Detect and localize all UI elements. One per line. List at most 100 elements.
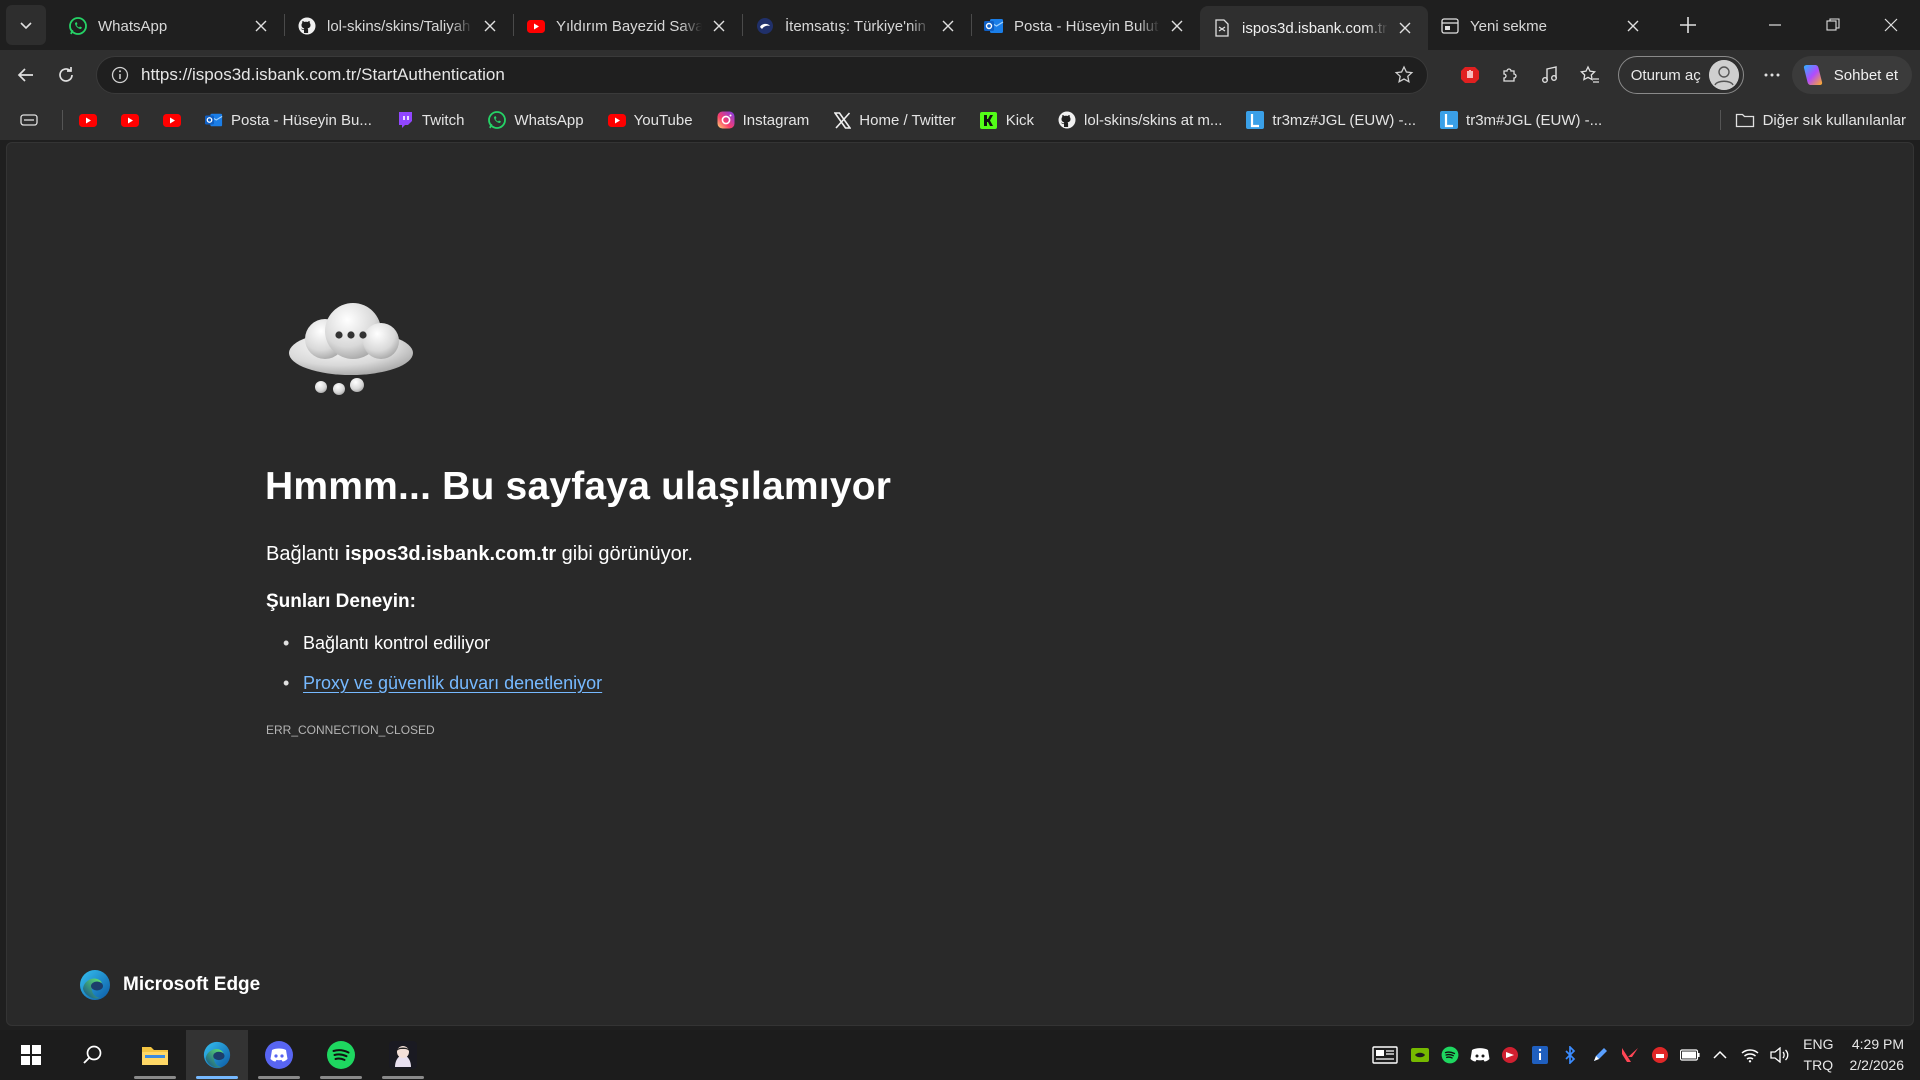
bookmarks-divider <box>62 110 63 130</box>
new-tab-button[interactable] <box>1670 7 1706 43</box>
bookmark-item[interactable]: lol-skins/skins at m... <box>1050 105 1230 135</box>
taskbar-discord[interactable] <box>248 1030 310 1080</box>
bookmark-label: Posta - Hüseyin Bu... <box>231 111 372 129</box>
input-language-indicator[interactable]: ENG TRQ <box>1803 1034 1833 1076</box>
red-app-icon <box>1652 1047 1669 1063</box>
tray-battery[interactable] <box>1675 1030 1705 1080</box>
taskbar-anime-app[interactable] <box>372 1030 434 1080</box>
clock-time: 4:29 PM <box>1851 1036 1904 1052</box>
bookmark-item[interactable] <box>113 105 147 135</box>
bookmark-item[interactable]: Instagram <box>709 105 818 135</box>
bookmark-item[interactable] <box>155 105 189 135</box>
tab-close-button[interactable] <box>250 15 272 37</box>
tab-actions-menu-button[interactable] <box>12 105 46 135</box>
tab-1[interactable]: WhatsApp <box>56 6 284 46</box>
url-text[interactable]: https://ispos3d.isbank.com.tr/StartAuthe… <box>141 65 1387 85</box>
bookmark-item[interactable]: Posta - Hüseyin Bu... <box>197 105 380 135</box>
minimize-button[interactable] <box>1746 0 1804 50</box>
proxy-firewall-link[interactable]: Proxy ve güvenlik duvarı denetleniyor <box>303 673 602 693</box>
copilot-chat-button[interactable]: Sohbet et <box>1791 56 1912 94</box>
tab-close-button[interactable] <box>937 15 959 37</box>
bookmark-item[interactable]: tr3mz#JGL (EUW) -... <box>1238 105 1424 135</box>
tab-close-button[interactable] <box>479 15 501 37</box>
minimize-icon <box>1769 24 1781 26</box>
tray-app[interactable] <box>1495 1030 1525 1080</box>
favorites-button[interactable] <box>1570 55 1610 95</box>
tab-title: lol-skins/skins/Taliyah at <box>327 17 473 35</box>
tab-2[interactable]: lol-skins/skins/Taliyah at <box>285 6 513 46</box>
tray-nvidia[interactable] <box>1405 1030 1435 1080</box>
taskbar-edge[interactable] <box>186 1030 248 1080</box>
tray-pen[interactable] <box>1585 1030 1615 1080</box>
tray-red-app[interactable] <box>1645 1030 1675 1080</box>
tab-actions-button[interactable] <box>6 5 46 45</box>
address-bar[interactable]: https://ispos3d.isbank.com.tr/StartAuthe… <box>96 56 1428 94</box>
tab-close-button[interactable] <box>1622 15 1644 37</box>
info-icon <box>111 66 129 84</box>
bookmark-item[interactable]: tr3m#JGL (EUW) -... <box>1432 105 1610 135</box>
tray-info[interactable] <box>1525 1030 1555 1080</box>
whatsapp-icon <box>488 111 507 129</box>
sign-in-button[interactable]: Oturum aç <box>1617 56 1744 94</box>
media-control-button[interactable] <box>1530 55 1570 95</box>
taskbar-clock[interactable]: 4:29 PM 2/2/2026 <box>1850 1034 1905 1076</box>
tab-4[interactable]: İtemsatış: Türkiye'nin En <box>743 6 971 46</box>
taskbar-spotify[interactable] <box>310 1030 372 1080</box>
spotify-icon <box>1441 1046 1459 1064</box>
refresh-button[interactable] <box>46 55 86 95</box>
tray-valorant[interactable] <box>1615 1030 1645 1080</box>
favorite-star-button[interactable] <box>1387 58 1421 92</box>
tab-close-button[interactable] <box>1166 15 1188 37</box>
try-heading: Şunları Deneyin: <box>266 591 416 612</box>
bookmark-item[interactable]: WhatsApp <box>480 105 591 135</box>
tray-overflow-button[interactable] <box>1705 1030 1735 1080</box>
x-icon <box>833 111 851 129</box>
restore-button[interactable] <box>1804 0 1862 50</box>
taskbar-search-button[interactable] <box>62 1030 124 1080</box>
tray-news-button[interactable] <box>1365 1030 1405 1080</box>
extensions-button[interactable] <box>1490 55 1530 95</box>
start-button[interactable] <box>0 1030 62 1080</box>
settings-more-button[interactable] <box>1752 55 1792 95</box>
new-tab-page-icon <box>1440 16 1460 36</box>
bookmark-item[interactable]: Kick <box>972 105 1042 135</box>
tray-volume[interactable] <box>1765 1030 1795 1080</box>
person-icon <box>1708 60 1739 90</box>
volume-icon <box>1770 1047 1789 1063</box>
suggestion-proxy-firewall: Proxy ve güvenlik duvarı denetleniyor <box>283 671 602 711</box>
tray-app-icon <box>1502 1047 1519 1063</box>
tray-discord[interactable] <box>1465 1030 1495 1080</box>
valorant-icon <box>1622 1048 1639 1062</box>
youtube-icon <box>526 16 546 36</box>
edge-icon <box>203 1041 231 1069</box>
bookmark-item[interactable]: YouTube <box>600 105 701 135</box>
taskbar: ENG TRQ 4:29 PM 2/2/2026 <box>0 1030 1920 1080</box>
site-info-button[interactable] <box>103 58 137 92</box>
battery-icon <box>1680 1049 1700 1061</box>
back-button[interactable] <box>6 55 46 95</box>
bookmark-item[interactable] <box>71 105 105 135</box>
bookmark-item[interactable]: Home / Twitter <box>825 105 963 135</box>
close-window-button[interactable] <box>1862 0 1920 50</box>
bookmark-item[interactable]: Twitch <box>388 105 473 135</box>
tray-bluetooth[interactable] <box>1555 1030 1585 1080</box>
tab-close-button[interactable] <box>1394 17 1416 39</box>
other-favorites-folder[interactable]: Diğer sık kullanılanlar <box>1712 105 1906 135</box>
tab-6[interactable]: ispos3d.isbank.com.tr <box>1200 6 1428 50</box>
taskbar-file-explorer[interactable] <box>124 1030 186 1080</box>
tab-7[interactable]: Yeni sekme <box>1428 6 1656 46</box>
tray-spotify[interactable] <box>1435 1030 1465 1080</box>
tab-close-button[interactable] <box>708 15 730 37</box>
close-icon <box>255 20 267 32</box>
extension-adblock-button[interactable] <box>1450 55 1490 95</box>
tray-wifi[interactable] <box>1735 1030 1765 1080</box>
tab-title: Posta - Hüseyin Bulut - ( <box>1014 17 1160 35</box>
folder-icon <box>1735 113 1754 128</box>
tab-5[interactable]: Posta - Hüseyin Bulut - ( <box>972 6 1200 46</box>
suggestion-text: Bağlantı kontrol ediliyor <box>303 633 491 653</box>
bookmarks-list: Posta - Hüseyin Bu... Twitch WhatsApp YouTu… <box>71 105 1618 135</box>
itemsatis-icon <box>755 16 775 36</box>
tab-3[interactable]: Yıldırım Bayezid Savaşla <box>514 6 742 46</box>
favorites-star-icon <box>1579 65 1599 83</box>
nvidia-icon <box>1411 1048 1430 1062</box>
